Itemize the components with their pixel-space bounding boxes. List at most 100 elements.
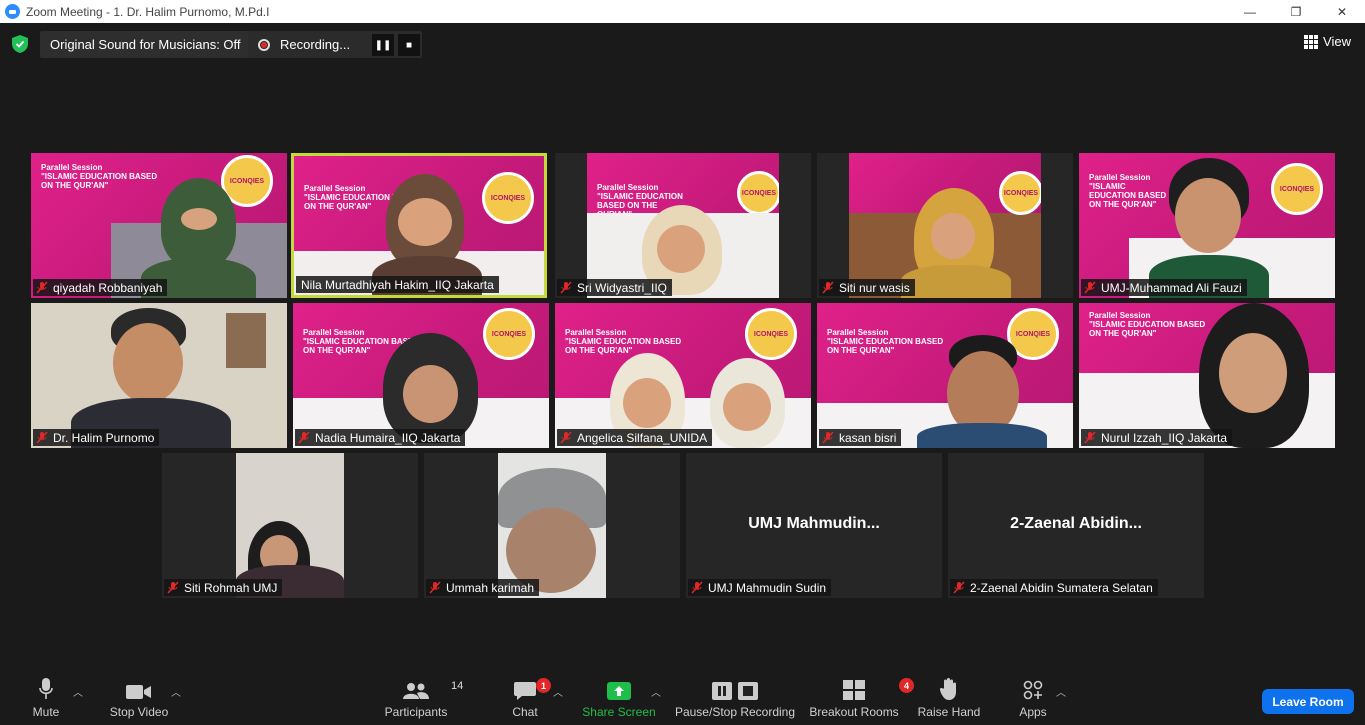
participant-name-bar: Siti Rohmah UMJ bbox=[164, 579, 283, 596]
participants-label: Participants bbox=[384, 705, 448, 719]
recording-dot-icon bbox=[258, 38, 270, 51]
video-feed: Parallel Session "ISLAMIC EDUCATION BASED… bbox=[293, 303, 549, 448]
video-tile-no-video[interactable]: UMJ Mahmudin... UMJ Mahmudin Sudin bbox=[686, 453, 942, 598]
chevron-up-icon: ︿ bbox=[1056, 688, 1066, 699]
video-feed bbox=[236, 453, 344, 598]
recording-indicator: Recording... ❚❚ ■ bbox=[248, 31, 422, 58]
mic-muted-icon bbox=[1084, 431, 1096, 444]
video-tile[interactable]: Dr. Halim Purnomo bbox=[31, 303, 287, 448]
banner-title: Parallel Session "ISLAMIC EDUCATION BASED… bbox=[41, 163, 158, 190]
participant-torso bbox=[901, 265, 1011, 298]
chevron-up-icon: ︿ bbox=[73, 688, 83, 699]
breakout-rooms-icon bbox=[843, 680, 865, 700]
security-shield-icon[interactable] bbox=[12, 35, 28, 53]
mic-muted-icon bbox=[560, 431, 572, 444]
iconqies-logo: ICONQIES bbox=[482, 172, 534, 224]
chevron-up-icon: ︿ bbox=[171, 688, 181, 699]
video-feed: Parallel Session "ISLAMIC EDUCATION BASED… bbox=[1079, 303, 1335, 448]
zoom-app-icon bbox=[5, 4, 20, 19]
participant-face bbox=[181, 208, 217, 230]
pause-stop-recording-label: Pause/Stop Recording bbox=[674, 705, 796, 719]
audio-options-caret[interactable]: ︿ bbox=[72, 670, 84, 725]
breakout-rooms-button[interactable]: 4 Breakout Rooms bbox=[808, 670, 914, 725]
video-tile[interactable]: Parallel Session "ISLAMIC EDUCATION BASED… bbox=[31, 153, 287, 298]
apps-label: Apps bbox=[1019, 705, 1047, 719]
recording-label: Recording... bbox=[280, 37, 351, 52]
participant-name: Sri Widyastri_IIQ bbox=[577, 280, 668, 295]
video-tile[interactable]: Ummah karimah bbox=[424, 453, 680, 598]
share-options-caret[interactable]: ︿ bbox=[650, 670, 662, 725]
mute-button[interactable]: Mute bbox=[25, 670, 67, 725]
video-tile[interactable]: Siti Rohmah UMJ bbox=[162, 453, 418, 598]
banner-title: Parallel Session "ISLAMIC EDUCATION BASED… bbox=[827, 328, 944, 355]
pause-recording-button[interactable]: ❚❚ bbox=[372, 34, 394, 56]
video-options-caret[interactable]: ︿ bbox=[170, 670, 182, 725]
video-tile[interactable]: ICONQIES Siti nur wasis bbox=[817, 153, 1073, 298]
iconqies-logo: ICONQIES bbox=[745, 308, 797, 360]
participant-name: Dr. Halim Purnomo bbox=[53, 430, 155, 445]
participants-button[interactable]: 14 Participants bbox=[380, 670, 464, 725]
mic-muted-icon bbox=[429, 581, 441, 594]
grid-view-icon bbox=[1304, 34, 1319, 49]
share-screen-button[interactable]: Share Screen bbox=[580, 670, 658, 725]
participant-display-name: 2-Zaenal Abidin... bbox=[1010, 515, 1142, 532]
video-tile-no-video[interactable]: 2-Zaenal Abidin... 2-Zaenal Abidin Sumat… bbox=[948, 453, 1204, 598]
video-tile[interactable]: Parallel Session "ISLAMIC EDUCATION BASED… bbox=[555, 303, 811, 448]
participant-name-bar: UMJ Mahmudin Sudin bbox=[688, 579, 832, 596]
close-button[interactable]: ✕ bbox=[1319, 0, 1365, 23]
raise-hand-button[interactable]: Raise Hand bbox=[916, 670, 982, 725]
banner-title: Parallel Session "ISLAMIC EDUCATION BASED… bbox=[565, 328, 682, 355]
original-sound-button[interactable]: Original Sound for Musicians: Off bbox=[40, 31, 251, 58]
mute-label: Mute bbox=[32, 705, 60, 719]
stop-video-button[interactable]: Stop Video bbox=[104, 670, 174, 725]
participant-face-2 bbox=[723, 383, 771, 431]
banner-title: Parallel Session "ISLAMIC EDUCATION BASED… bbox=[1089, 311, 1206, 338]
chat-badge: 1 bbox=[536, 678, 551, 693]
video-tile[interactable]: Parallel Session "ISLAMIC EDUCATION BASED… bbox=[293, 303, 549, 448]
video-feed: Parallel Session "ISLAMIC EDUCATION BASED… bbox=[817, 303, 1073, 448]
video-feed bbox=[498, 453, 606, 598]
leave-room-button[interactable]: Leave Room bbox=[1262, 689, 1354, 714]
video-tile[interactable]: Parallel Session "ISLAMIC EDUCATION BASED… bbox=[555, 153, 811, 298]
restore-button[interactable]: ❐ bbox=[1273, 0, 1319, 23]
apps-icon bbox=[1023, 680, 1043, 700]
wall-picture bbox=[226, 313, 266, 368]
window-titlebar: Zoom Meeting - 1. Dr. Halim Purnomo, M.P… bbox=[0, 0, 1365, 23]
participant-name: UMJ-Muhammad Ali Fauzi bbox=[1101, 280, 1242, 295]
video-feed: ICONQIES bbox=[849, 153, 1041, 298]
iconqies-logo: ICONQIES bbox=[999, 171, 1041, 215]
chat-button[interactable]: 1 Chat bbox=[507, 670, 551, 725]
chat-label: Chat bbox=[512, 705, 538, 719]
participant-name-bar: Dr. Halim Purnomo bbox=[33, 429, 160, 446]
mic-muted-icon bbox=[36, 281, 48, 294]
window-title: Zoom Meeting - 1. Dr. Halim Purnomo, M.P… bbox=[26, 4, 270, 19]
participant-name: Siti nur wasis bbox=[839, 280, 910, 295]
minimize-button[interactable]: — bbox=[1227, 0, 1273, 23]
pause-stop-recording-button[interactable]: Pause/Stop Recording bbox=[674, 670, 796, 725]
participant-name: Ummah karimah bbox=[446, 580, 535, 595]
participants-icon bbox=[403, 683, 429, 699]
video-feed: Parallel Session "ISLAMIC EDUCATION BASED… bbox=[1079, 153, 1335, 298]
banner-title: Parallel Session "ISLAMIC EDUCATION BASED… bbox=[1089, 173, 1167, 209]
participant-face bbox=[657, 225, 705, 273]
apps-options-caret[interactable]: ︿ bbox=[1055, 670, 1067, 725]
microphone-icon bbox=[39, 678, 53, 699]
iconqies-logo: ICONQIES bbox=[1271, 163, 1323, 215]
raise-hand-label: Raise Hand bbox=[917, 705, 981, 719]
participant-face bbox=[398, 198, 452, 246]
video-feed: Parallel Session "ISLAMIC EDUCATION BASED… bbox=[555, 303, 811, 448]
apps-button[interactable]: Apps bbox=[1012, 670, 1054, 725]
stop-recording-button[interactable]: ■ bbox=[398, 34, 420, 56]
mic-muted-icon bbox=[298, 431, 310, 444]
video-tile[interactable]: Parallel Session "ISLAMIC EDUCATION BASED… bbox=[1079, 153, 1335, 298]
participant-display-name: UMJ Mahmudin... bbox=[748, 515, 880, 532]
participant-name-bar: kasan bisri bbox=[819, 429, 902, 446]
video-tile[interactable]: Parallel Session "ISLAMIC EDUCATION BASED… bbox=[1079, 303, 1335, 448]
video-tile[interactable]: Parallel Session "ISLAMIC EDUCATION BASED… bbox=[817, 303, 1073, 448]
chat-icon bbox=[514, 682, 536, 700]
participant-name: 2-Zaenal Abidin Sumatera Selatan bbox=[970, 580, 1153, 595]
share-screen-icon bbox=[607, 682, 631, 700]
video-tile-active-speaker[interactable]: Parallel Session "ISLAMIC EDUCATION BASED… bbox=[291, 153, 547, 298]
chat-options-caret[interactable]: ︿ bbox=[552, 670, 564, 725]
view-button[interactable]: View bbox=[1304, 34, 1351, 49]
